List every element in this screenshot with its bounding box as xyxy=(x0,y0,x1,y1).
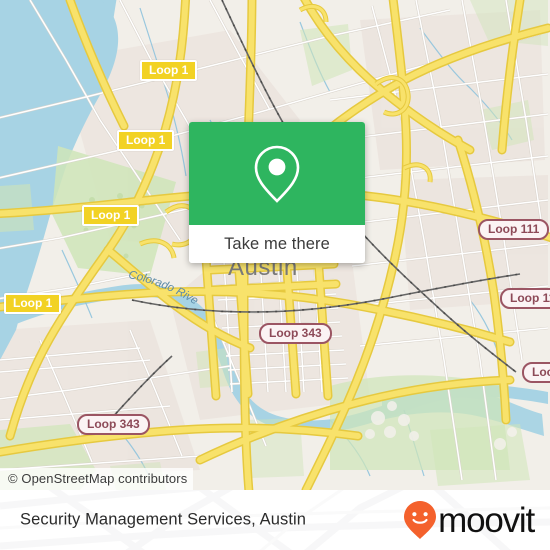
map-pin-icon xyxy=(254,145,300,203)
road-shield-loop-1-d: Loop 1 xyxy=(4,293,62,314)
moovit-map-screenshot: Colorado River Austin Loop 1 Loop 1 Loop… xyxy=(0,0,550,550)
road-shield-loop-1-b: Loop 1 xyxy=(117,130,175,151)
road-shield-loop-343-b: Loop 343 xyxy=(77,414,150,435)
moovit-brand: moovit xyxy=(403,500,535,540)
road-shield-loop-1-c: Loop 1 xyxy=(82,205,140,226)
road-shield-loop-1-a: Loop 1 xyxy=(140,60,198,81)
road-shield-loop-partial: Loop xyxy=(522,362,550,383)
place-title: Security Management Services, Austin xyxy=(20,510,307,529)
road-shield-loop-111-a: Loop 111 xyxy=(478,219,550,240)
map-canvas[interactable]: Colorado River Austin Loop 1 Loop 1 Loop… xyxy=(0,0,550,490)
take-me-there-button[interactable]: Take me there xyxy=(189,225,365,263)
road-shield-loop-343-a: Loop 343 xyxy=(259,323,332,344)
osm-attribution[interactable]: © OpenStreetMap contributors xyxy=(0,468,194,490)
road-shield-loop-111-b: Loop 111 xyxy=(500,288,550,309)
location-popup-card[interactable]: Take me there xyxy=(189,122,365,263)
moovit-wordmark: moovit xyxy=(438,500,535,540)
take-me-there-label: Take me there xyxy=(224,234,330,253)
bottom-info-bar: Security Management Services, Austin moo… xyxy=(0,490,550,550)
popup-icon-area xyxy=(189,122,365,225)
moovit-pin-icon xyxy=(404,501,437,539)
